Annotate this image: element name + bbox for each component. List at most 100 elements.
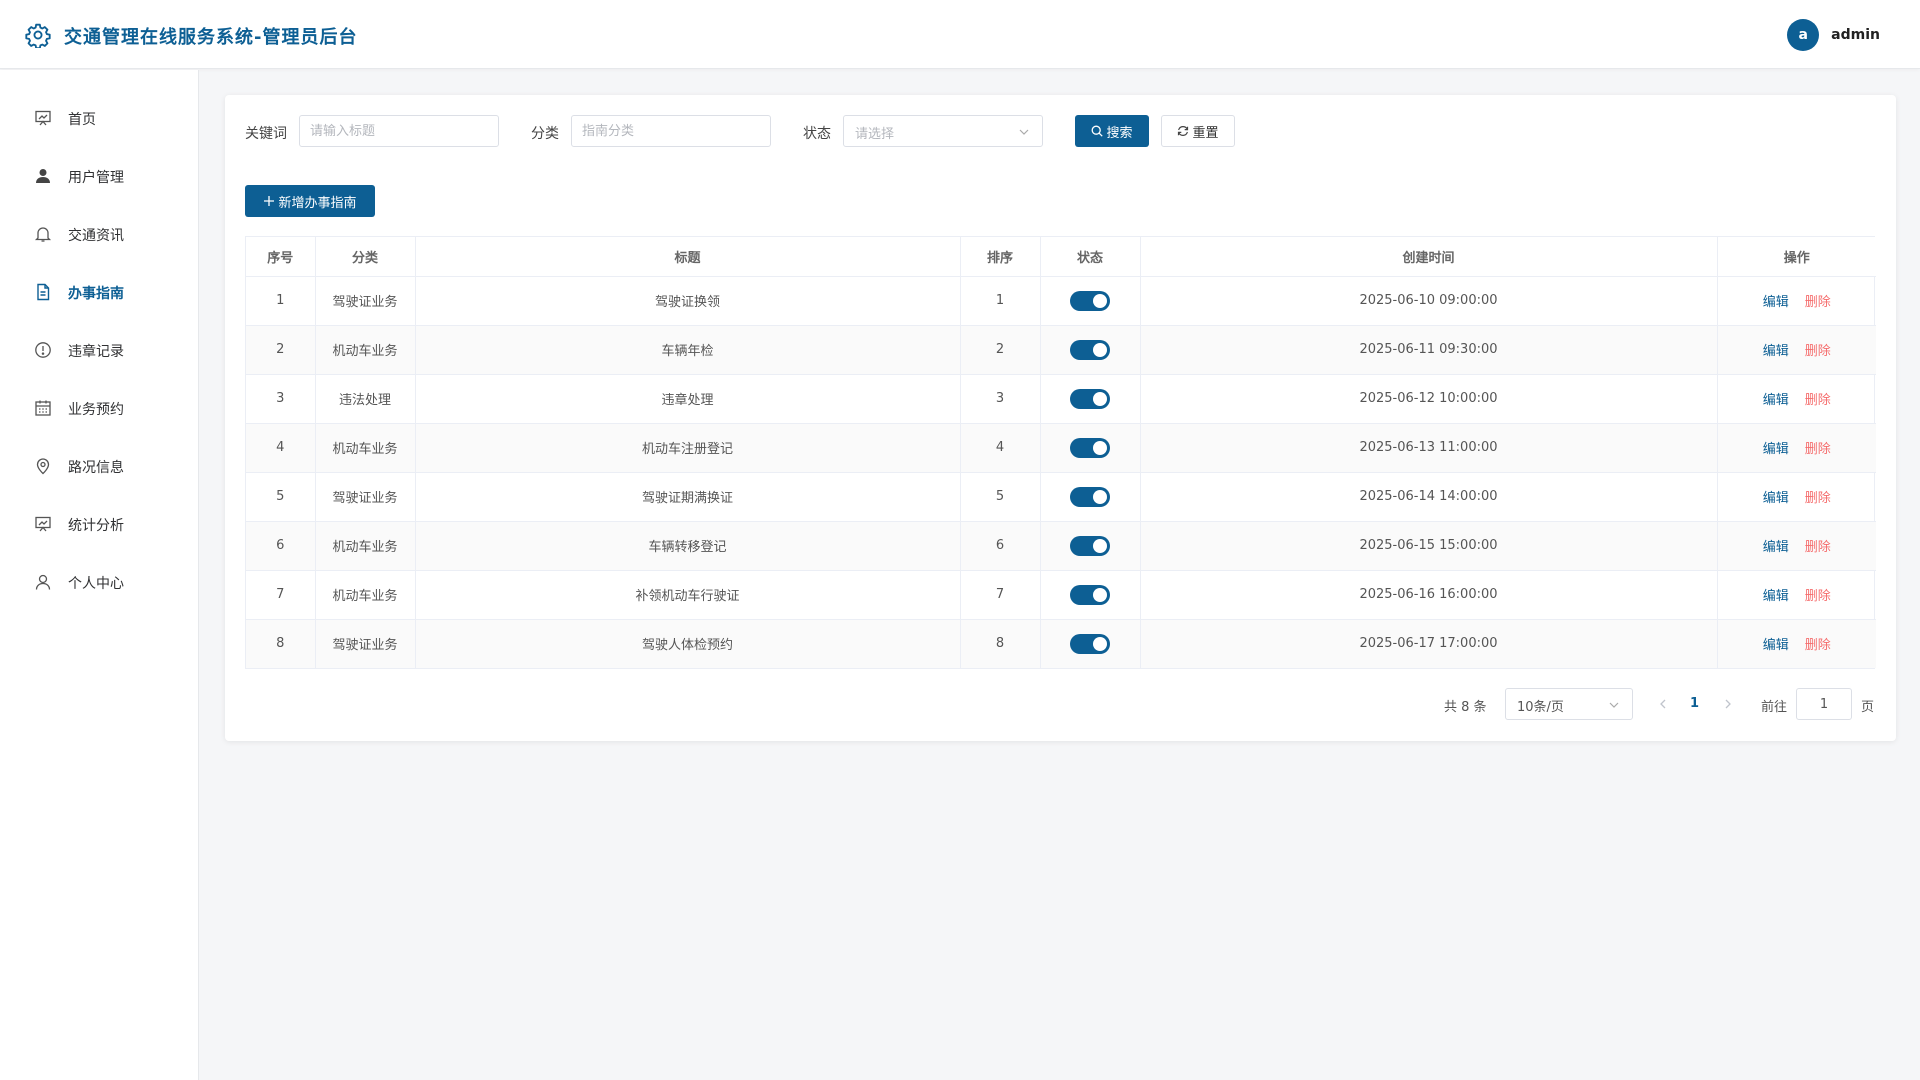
table-row: 7 机动车业务 补领机动车行驶证 7 2025-06-16 16:00:00 编… [246,570,1876,620]
reset-button-label: 重置 [1192,125,1219,141]
cell-title: 车辆转移登记 [415,521,961,571]
delete-link[interactable]: 删除 [1805,589,1831,604]
status-toggle[interactable] [1070,584,1110,605]
cell-status [1040,570,1141,620]
cell-sort: 5 [960,472,1041,522]
table-row: 5 驾驶证业务 驾驶证期满换证 5 2025-06-14 14:00:00 编辑… [246,472,1876,522]
cell-actions: 编辑 删除 [1717,619,1876,668]
dashboard-icon [34,109,52,127]
user-name[interactable]: admin [1831,27,1880,43]
col-header-status: 状态 [1040,237,1141,277]
edit-link[interactable]: 编辑 [1763,491,1789,506]
edit-link[interactable]: 编辑 [1763,442,1789,457]
cell-index: 1 [246,276,316,326]
sidebar-item-label: 统计分析 [68,518,124,534]
cell-index: 8 [246,619,316,668]
delete-link[interactable]: 删除 [1805,540,1831,555]
avatar[interactable]: a [1787,19,1820,51]
sidebar-item-appointments[interactable]: 业务预约 [0,386,199,430]
delete-link[interactable]: 删除 [1805,638,1831,653]
sidebar-item-label: 路况信息 [68,460,124,476]
status-toggle[interactable] [1070,633,1110,654]
cell-actions: 编辑 删除 [1717,325,1876,375]
table-row: 2 机动车业务 车辆年检 2 2025-06-11 09:30:00 编辑 删除 [246,325,1876,375]
cell-created: 2025-06-13 11:00:00 [1140,423,1718,473]
edit-link[interactable]: 编辑 [1763,638,1789,653]
col-header-category: 分类 [315,237,416,277]
cell-category: 机动车业务 [315,570,416,620]
delete-link[interactable]: 删除 [1805,442,1831,457]
delete-link[interactable]: 删除 [1805,491,1831,506]
status-select[interactable]: 请选择 [843,115,1043,147]
goto-label: 前往 [1761,700,1788,715]
sidebar-item-service-guide[interactable]: 办事指南 [0,270,199,314]
status-toggle[interactable] [1070,486,1110,507]
cell-status [1040,521,1141,571]
chevron-down-icon [1608,699,1620,711]
next-page-icon[interactable] [1720,696,1736,712]
cell-title: 车辆年检 [415,325,961,375]
keyword-input[interactable] [299,115,499,147]
cell-index: 6 [246,521,316,571]
cell-title: 补领机动车行驶证 [415,570,961,620]
cell-actions: 编辑 删除 [1717,374,1876,424]
location-icon [34,457,52,475]
sidebar-item-users[interactable]: 用户管理 [0,154,199,198]
edit-link[interactable]: 编辑 [1763,540,1789,555]
cell-sort: 7 [960,570,1041,620]
bell-icon [34,225,52,243]
user-menu[interactable]: a admin [1787,19,1880,51]
page-number-current[interactable]: 1 [1690,696,1699,711]
cell-status [1040,276,1141,326]
cell-created: 2025-06-10 09:00:00 [1140,276,1718,326]
reset-button[interactable]: 重置 [1161,115,1235,147]
sidebar-item-statistics[interactable]: 统计分析 [0,502,199,546]
col-header-created: 创建时间 [1140,237,1718,277]
edit-link[interactable]: 编辑 [1763,393,1789,408]
status-toggle[interactable] [1070,290,1110,311]
add-guide-button[interactable]: 新增办事指南 [245,185,375,217]
edit-link[interactable]: 编辑 [1763,589,1789,604]
person-icon [34,573,52,591]
sidebar-item-traffic-news[interactable]: 交通资讯 [0,212,199,256]
sidebar-item-label: 首页 [68,112,96,128]
cell-created: 2025-06-11 09:30:00 [1140,325,1718,375]
edit-link[interactable]: 编辑 [1763,295,1789,310]
cell-created: 2025-06-12 10:00:00 [1140,374,1718,424]
delete-link[interactable]: 删除 [1805,295,1831,310]
sidebar-item-home[interactable]: 首页 [0,96,199,140]
page-size-value: 10条/页 [1517,700,1564,715]
cell-title: 机动车注册登记 [415,423,961,473]
table-header-row: 序号 分类 标题 排序 状态 创建时间 操作 [246,237,1876,277]
guide-table: 序号 分类 标题 排序 状态 创建时间 操作 1 驾驶证业务 驾驶证换领 1 2… [245,236,1876,669]
cell-status [1040,423,1141,473]
cell-index: 7 [246,570,316,620]
sidebar-item-violations[interactable]: 违章记录 [0,328,199,372]
search-button[interactable]: 搜索 [1075,115,1149,147]
delete-link[interactable]: 删除 [1805,344,1831,359]
col-header-sort: 排序 [960,237,1041,277]
delete-link[interactable]: 删除 [1805,393,1831,408]
status-toggle[interactable] [1070,388,1110,409]
sidebar-item-label: 办事指南 [68,286,124,302]
page-size-select[interactable]: 10条/页 [1505,688,1633,720]
status-toggle[interactable] [1070,535,1110,556]
edit-link[interactable]: 编辑 [1763,344,1789,359]
search-button-label: 搜索 [1106,125,1133,141]
cell-created: 2025-06-16 16:00:00 [1140,570,1718,620]
cell-category: 违法处理 [315,374,416,424]
category-input[interactable] [571,115,771,147]
prev-page-icon[interactable] [1655,696,1671,712]
cell-actions: 编辑 删除 [1717,521,1876,571]
cell-category: 驾驶证业务 [315,276,416,326]
cell-created: 2025-06-15 15:00:00 [1140,521,1718,571]
sidebar-item-label: 个人中心 [68,576,124,592]
goto-page-input[interactable] [1796,688,1852,720]
plus-icon [263,195,275,207]
search-icon [1091,125,1104,137]
add-guide-button-label: 新增办事指南 [278,195,357,211]
status-toggle[interactable] [1070,437,1110,458]
sidebar-item-profile[interactable]: 个人中心 [0,560,199,604]
sidebar-item-road-info[interactable]: 路况信息 [0,444,199,488]
status-toggle[interactable] [1070,339,1110,360]
